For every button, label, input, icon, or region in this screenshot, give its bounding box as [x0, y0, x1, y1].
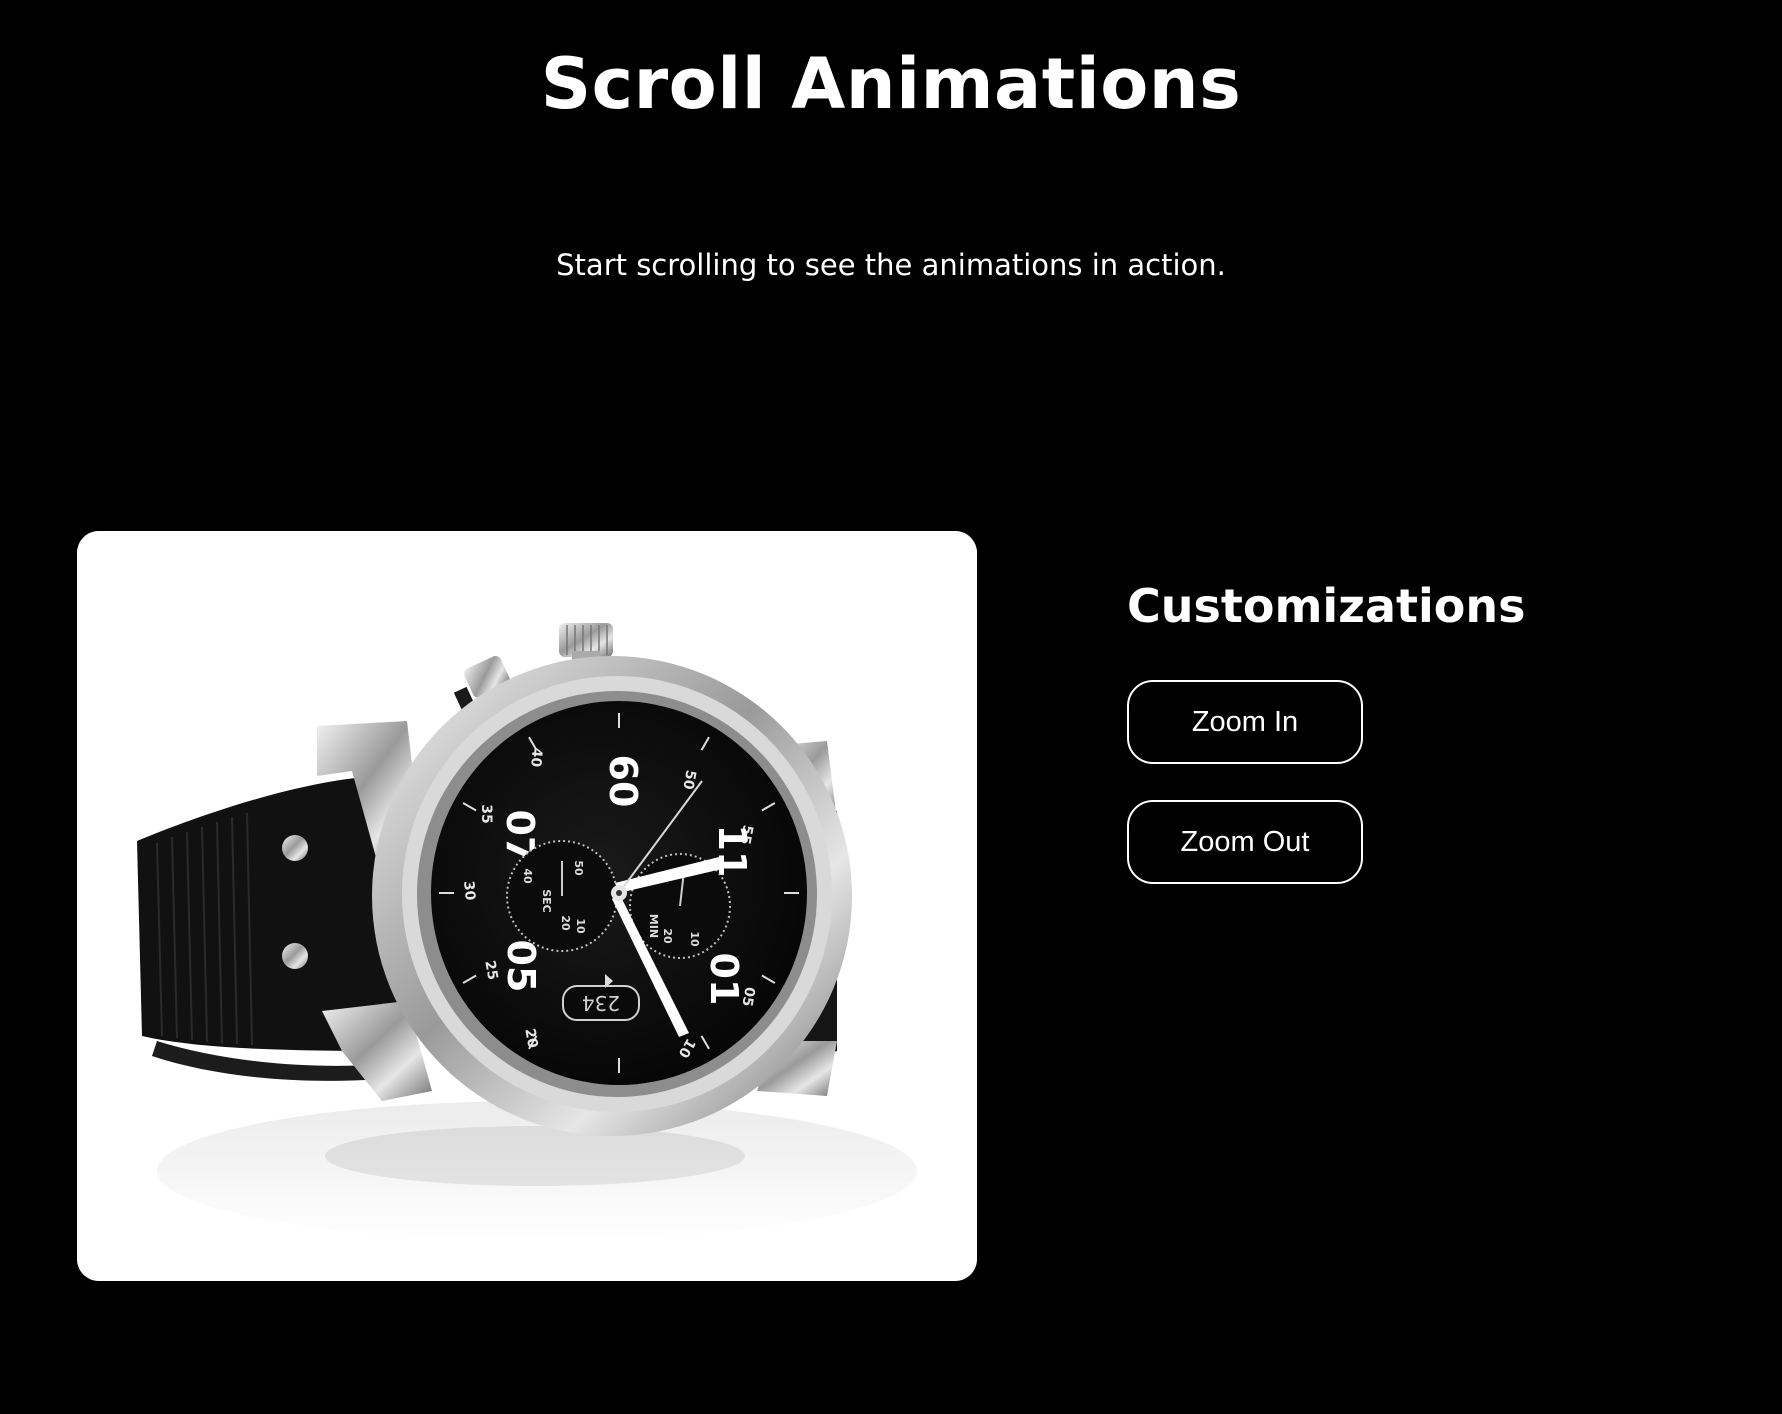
page: Scroll Animations Start scrolling to see… — [0, 0, 1782, 1414]
dial-large-numeral: 60 — [601, 755, 645, 808]
dial-minute-number: 40 — [527, 747, 545, 768]
dial-minute-number: 50 — [679, 769, 698, 791]
product-image-card: 60 05 10 20 25 30 35 40 50 55 60 07 11 0… — [77, 531, 977, 1281]
zoom-in-button[interactable]: Zoom In — [1127, 680, 1363, 764]
subdial-seconds-label: 10 — [574, 918, 587, 934]
zoom-out-button[interactable]: Zoom Out — [1127, 800, 1363, 884]
subdial-seconds-label: 20 — [559, 915, 572, 931]
dial-minute-number: 35 — [478, 804, 494, 823]
subdial-minutes-label: MIN — [647, 914, 660, 938]
date-window-digits: 234 — [582, 991, 620, 1015]
watch-image: 60 05 10 20 25 30 35 40 50 55 60 07 11 0… — [77, 531, 977, 1281]
dial-minute-number: 30 — [460, 880, 478, 901]
subdial-seconds-label: 40 — [521, 868, 534, 884]
subdial-seconds-label: SEC — [540, 889, 553, 913]
customizations-heading: Customizations — [1127, 579, 1526, 633]
subdial-minutes-label: 10 — [688, 931, 701, 947]
page-subtitle: Start scrolling to see the animations in… — [556, 248, 1226, 282]
dial-large-numeral: 05 — [499, 940, 543, 993]
dial-minute-number: 25 — [481, 959, 500, 981]
dial-large-numeral: 01 — [702, 953, 746, 1006]
dial-minute-number: 20 — [521, 1027, 540, 1049]
subdial-seconds-label: 50 — [572, 860, 585, 876]
subdial-minutes-label: 20 — [661, 928, 674, 944]
customizations-panel: Customizations Zoom In Zoom Out — [1127, 570, 1687, 884]
page-title: Scroll Animations — [540, 43, 1242, 125]
